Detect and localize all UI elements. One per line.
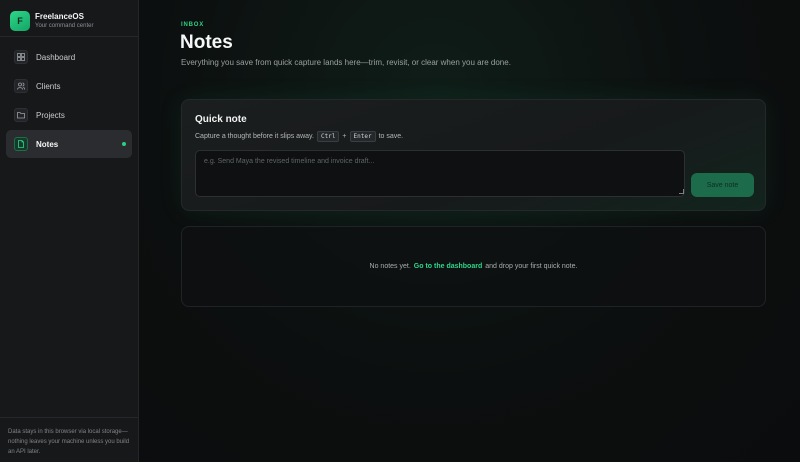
empty-state-suffix: and drop your first quick note. [485, 263, 578, 270]
sidebar-item-label: Projects [36, 110, 65, 120]
users-icon [14, 79, 28, 93]
folder-icon [14, 108, 28, 122]
enter-key: Enter [349, 131, 376, 142]
brand-text: FreelanceOS Your command center [35, 12, 93, 31]
empty-state-card: No notes yet. Go to the dashboard and dr… [181, 226, 766, 307]
sidebar-item-clients[interactable]: Clients [6, 72, 132, 100]
brand: F FreelanceOS Your command center [0, 0, 138, 34]
quick-note-card: Quick note Capture a thought before it s… [181, 99, 766, 211]
ctrl-key: Ctrl [316, 131, 340, 142]
sidebar: F FreelanceOS Your command center Dashbo… [0, 0, 139, 462]
page-eyebrow: INBOX [181, 22, 205, 28]
plus-sign: + [342, 133, 347, 140]
sidebar-item-label: Dashboard [36, 52, 76, 62]
sidebar-item-label: Clients [36, 81, 61, 91]
resize-handle[interactable] [679, 189, 684, 194]
sidebar-nav: Dashboard Clients Projects Notes [0, 37, 138, 159]
active-indicator-dot [122, 142, 126, 146]
brand-name: FreelanceOS [35, 11, 84, 21]
brand-tagline: Your command center [35, 22, 94, 29]
quick-note-title: Quick note [195, 114, 247, 125]
hint-prefix: Capture a thought before it slips away. [195, 133, 314, 140]
go-to-dashboard-link[interactable]: Go to the dashboard [414, 263, 482, 270]
grid-icon [14, 50, 28, 64]
sidebar-item-dashboard[interactable]: Dashboard [6, 43, 132, 71]
main-content: INBOX Notes Everything you save from qui… [139, 0, 800, 462]
quick-note-input[interactable] [195, 150, 685, 197]
empty-state-text: No notes yet. [369, 263, 411, 270]
sidebar-item-notes[interactable]: Notes [6, 130, 132, 158]
sidebar-item-projects[interactable]: Projects [6, 101, 132, 129]
quick-note-hint: Capture a thought before it slips away. … [195, 131, 403, 142]
document-icon [14, 137, 28, 151]
page-title: Notes [180, 32, 233, 53]
page-description: Everything you save from quick capture l… [181, 58, 511, 67]
app-root: F FreelanceOS Your command center Dashbo… [0, 0, 800, 462]
brand-logo: F [10, 11, 30, 31]
sidebar-item-label: Notes [36, 139, 59, 149]
save-note-button[interactable]: Save note [691, 173, 754, 197]
sidebar-footer-note: Data stays in this browser via local sto… [0, 417, 138, 462]
hint-suffix: to save. [378, 133, 404, 140]
